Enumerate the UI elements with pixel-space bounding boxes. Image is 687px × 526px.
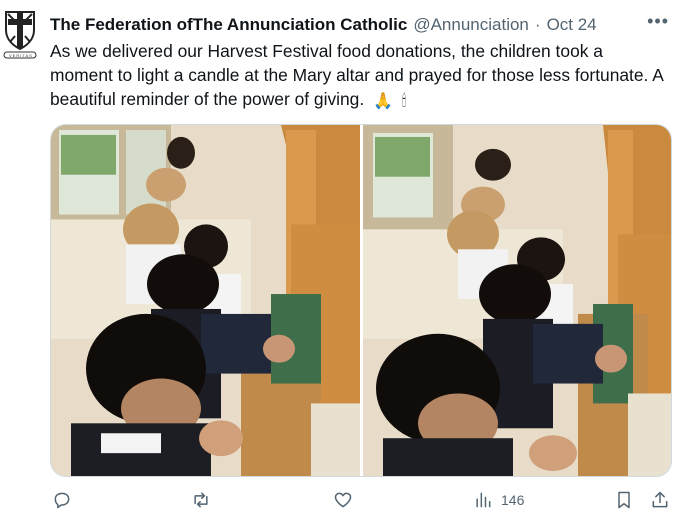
like-icon [334, 492, 352, 508]
author-handle[interactable]: @Annunciation [413, 15, 529, 35]
praying-hands-icon: 🙏 [373, 93, 393, 110]
reply-icon [54, 492, 70, 509]
separator-dot: · [534, 15, 541, 34]
tweet-text: As we delivered our Harvest Festival foo… [50, 39, 670, 114]
reply-button[interactable] [52, 490, 72, 510]
tweet-body: As we delivered our Harvest Festival foo… [50, 41, 663, 109]
action-bar: 146 [50, 490, 673, 516]
retweet-button[interactable] [191, 490, 211, 510]
share-icon [652, 491, 668, 508]
candle-icon: 🕯 [401, 93, 407, 110]
author-name[interactable]: The Federation ofThe Annunciation Cathol… [50, 15, 407, 35]
bookmark-icon [618, 491, 630, 509]
media-grid [50, 124, 672, 477]
photo-right[interactable] [363, 125, 671, 476]
share-button[interactable] [650, 490, 670, 510]
avatar-motto: VERITAS [9, 53, 33, 58]
tweet-time[interactable]: Oct 24 [547, 15, 597, 35]
retweet-icon [194, 492, 208, 508]
views-button[interactable]: 146 [473, 490, 524, 510]
photo-left[interactable] [51, 125, 360, 476]
tweet-header: The Federation ofThe Annunciation Cathol… [50, 13, 677, 37]
views-icon [476, 492, 491, 508]
like-button[interactable] [333, 490, 353, 510]
avatar[interactable]: VERITAS [0, 8, 40, 60]
views-count: 146 [501, 492, 525, 508]
more-icon[interactable]: ••• [647, 11, 669, 32]
bookmark-button[interactable] [614, 490, 634, 510]
